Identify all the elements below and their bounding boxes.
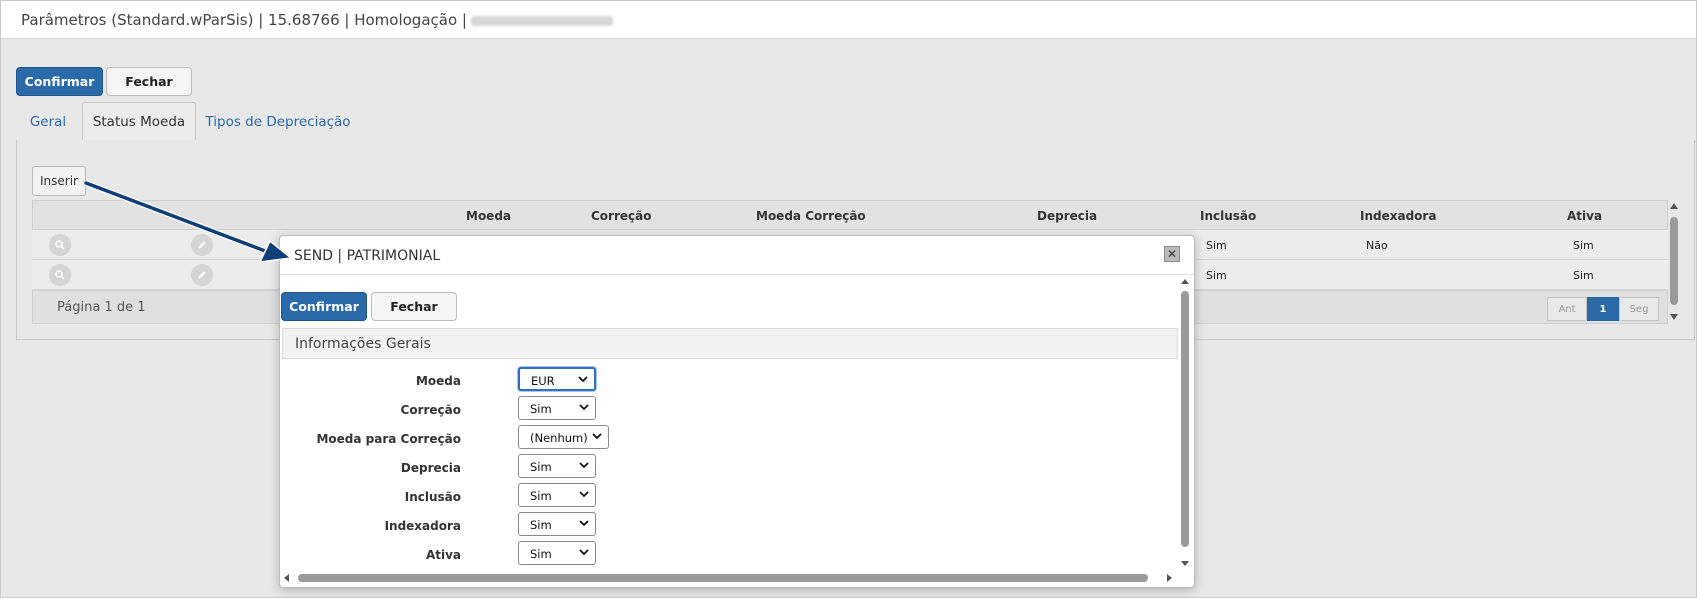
select-correcao[interactable]: Sim — [518, 396, 596, 420]
cell-ativa: Sim — [1573, 239, 1594, 252]
col-moeda[interactable]: Moeda — [466, 209, 511, 223]
chevron-down-icon — [579, 491, 589, 498]
select-value: EUR — [531, 374, 555, 388]
grid-scroll-thumb[interactable] — [1670, 217, 1678, 305]
dialog-horizontal-scrollbar[interactable] — [280, 570, 1178, 586]
field-label-indexadora: Indexadora — [384, 519, 461, 533]
chevron-down-icon — [579, 462, 589, 469]
chevron-down-icon — [578, 376, 588, 383]
close-button[interactable]: Fechar — [106, 67, 192, 96]
section-header[interactable]: Informações Gerais — [282, 328, 1178, 359]
window-title: Parâmetros (Standard.wParSis) | 15.68766… — [21, 11, 613, 29]
section-title: Informações Gerais — [295, 336, 431, 352]
chevron-down-icon — [579, 520, 589, 527]
field-label-inclusao: Inclusão — [404, 490, 461, 504]
insert-button[interactable]: Inserir — [32, 166, 86, 196]
search-icon[interactable] — [49, 264, 71, 286]
select-value: Sim — [530, 460, 552, 474]
field-label-correcao: Correção — [400, 403, 461, 417]
cell-inclusao: Sim — [1206, 239, 1227, 252]
tab-geral[interactable]: Geral — [16, 102, 80, 142]
dialog-close-button[interactable]: Fechar — [371, 292, 457, 321]
pager-next-button[interactable]: Seg — [1619, 297, 1659, 321]
select-inclusao[interactable]: Sim — [518, 483, 596, 507]
dialog-title: SEND | PATRIMONIAL — [294, 248, 441, 264]
scroll-right-icon[interactable] — [1167, 574, 1172, 582]
pager-page-1[interactable]: 1 — [1587, 297, 1619, 321]
confirm-button[interactable]: Confirmar — [16, 67, 103, 96]
select-value: Sim — [530, 489, 552, 503]
modal-dialog: SEND | PATRIMONIAL ✕ Confirmar Fechar In… — [279, 235, 1195, 588]
cell-ativa: Sim — [1573, 269, 1594, 282]
close-icon[interactable]: ✕ — [1164, 246, 1180, 262]
chevron-down-icon — [579, 549, 589, 556]
select-ativa[interactable]: Sim — [518, 541, 596, 565]
grid-scrollbar[interactable] — [1667, 200, 1681, 324]
tab-bar: Geral Status Moeda Tipos de Depreciação — [16, 102, 1696, 142]
select-value: Sim — [530, 547, 552, 561]
select-deprecia[interactable]: Sim — [518, 454, 596, 478]
scroll-up-icon[interactable] — [1670, 203, 1678, 209]
select-moeda[interactable]: EUR — [518, 367, 596, 391]
dialog-divider — [280, 274, 1194, 275]
scroll-left-icon[interactable] — [284, 574, 289, 582]
col-inclusao[interactable]: Inclusão — [1200, 209, 1256, 223]
select-moeda-correcao[interactable]: (Nenhum) — [518, 425, 609, 449]
col-deprecia[interactable]: Deprecia — [1037, 209, 1097, 223]
col-correcao[interactable]: Correção — [591, 209, 651, 223]
dialog-confirm-button[interactable]: Confirmar — [281, 292, 367, 321]
scroll-down-icon[interactable] — [1670, 314, 1678, 320]
dialog-vertical-scrollbar[interactable] — [1178, 274, 1192, 572]
select-indexadora[interactable]: Sim — [518, 512, 596, 536]
chevron-down-icon — [592, 433, 602, 440]
scroll-down-icon[interactable] — [1181, 561, 1189, 566]
redacted-username — [470, 15, 613, 26]
field-label-ativa: Ativa — [425, 548, 461, 562]
select-value: Sim — [530, 518, 552, 532]
field-label-moeda: Moeda — [415, 374, 461, 388]
grid-header: Moeda Correção Moeda Correção Deprecia I… — [32, 200, 1668, 230]
select-value: (Nenhum) — [530, 431, 588, 445]
search-icon[interactable] — [49, 234, 71, 256]
col-ativa[interactable]: Ativa — [1567, 209, 1602, 223]
tab-tipos-depreciacao[interactable]: Tipos de Depreciação — [204, 102, 352, 142]
edit-icon[interactable] — [191, 264, 213, 286]
col-moeda-correcao[interactable]: Moeda Correção — [756, 209, 866, 223]
dialog-hscroll-thumb[interactable] — [298, 574, 1148, 582]
window-title-text: Parâmetros (Standard.wParSis) | 15.68766… — [21, 11, 467, 29]
field-label-moeda-correcao: Moeda para Correção — [316, 432, 461, 446]
cell-inclusao: Sim — [1206, 269, 1227, 282]
tab-status-moeda[interactable]: Status Moeda — [82, 102, 196, 142]
chevron-down-icon — [579, 404, 589, 411]
col-indexadora[interactable]: Indexadora — [1360, 209, 1436, 223]
select-value: Sim — [530, 402, 552, 416]
cell-indexadora: Não — [1366, 239, 1388, 252]
page-info: Página 1 de 1 — [57, 300, 146, 315]
dialog-scroll-thumb[interactable] — [1181, 291, 1189, 547]
field-label-deprecia: Deprecia — [400, 461, 461, 475]
title-bar: Parâmetros (Standard.wParSis) | 15.68766… — [1, 1, 1696, 39]
edit-icon[interactable] — [191, 234, 213, 256]
pager-prev-button[interactable]: Ant — [1547, 297, 1587, 321]
scroll-up-icon[interactable] — [1181, 279, 1189, 284]
